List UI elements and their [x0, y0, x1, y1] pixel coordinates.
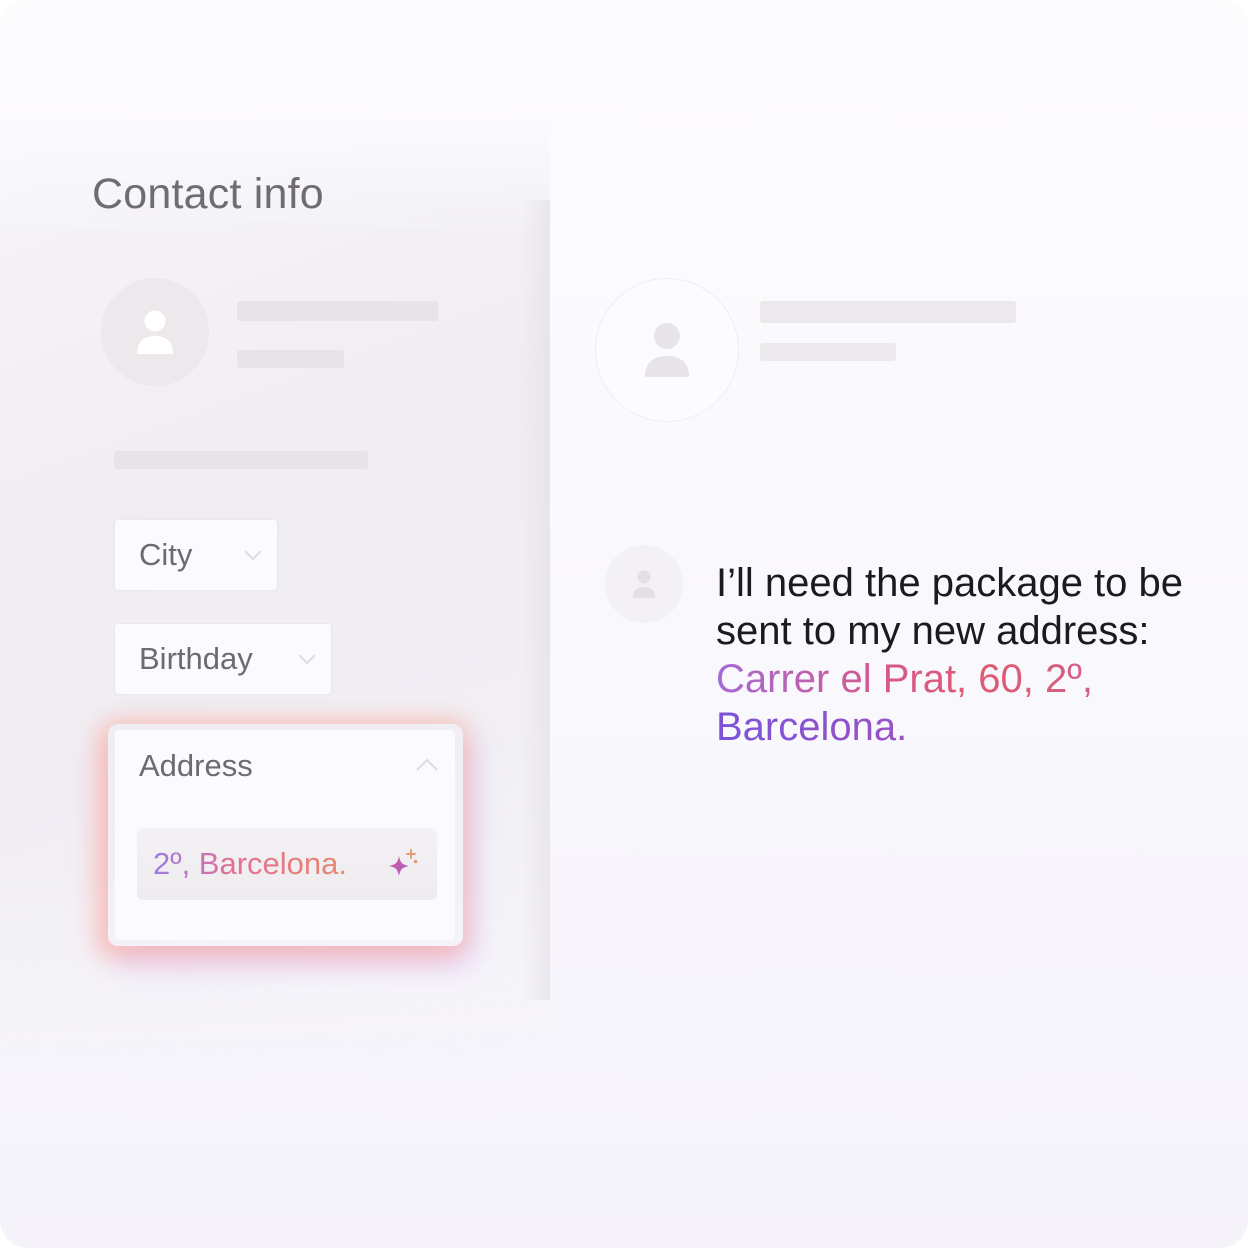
user-icon	[645, 323, 689, 377]
panel-divider	[520, 200, 550, 1000]
message-address-line2: Barcelona.	[716, 705, 908, 749]
address-value: 2º, Barcelona.	[153, 846, 347, 881]
sparkle-icon[interactable]	[385, 848, 421, 884]
city-label: City	[139, 537, 193, 572]
chevron-up-icon[interactable]	[415, 758, 439, 772]
user-icon	[137, 310, 173, 354]
chevron-down-icon[interactable]	[243, 549, 263, 561]
page-title: Contact info	[92, 170, 324, 218]
customer-name-placeholder	[760, 301, 1016, 323]
page: Contact info City Birthday Address 2º, B…	[0, 0, 1248, 1248]
chat-message: I’ll need the package to be sent to my n…	[716, 559, 1236, 751]
contact-subtitle-placeholder	[237, 350, 344, 368]
message-address-line1: Carrer el Prat, 60, 2º,	[716, 657, 1093, 701]
chevron-down-icon[interactable]	[297, 653, 317, 665]
address-field[interactable]: Address 2º, Barcelona.	[115, 730, 455, 940]
birthday-field[interactable]: Birthday	[114, 623, 332, 695]
address-input[interactable]: 2º, Barcelona.	[137, 828, 437, 900]
contact-name-placeholder	[237, 301, 438, 321]
contact-avatar[interactable]	[101, 278, 209, 386]
message-avatar	[605, 545, 683, 623]
address-label: Address	[139, 748, 253, 783]
city-field[interactable]: City	[114, 519, 278, 591]
user-icon	[633, 570, 655, 598]
birthday-label: Birthday	[139, 641, 253, 676]
section-placeholder	[114, 451, 368, 469]
customer-subtitle-placeholder	[760, 343, 896, 361]
customer-avatar[interactable]	[595, 278, 739, 422]
message-text: I’ll need the package to be sent to my n…	[716, 561, 1184, 653]
